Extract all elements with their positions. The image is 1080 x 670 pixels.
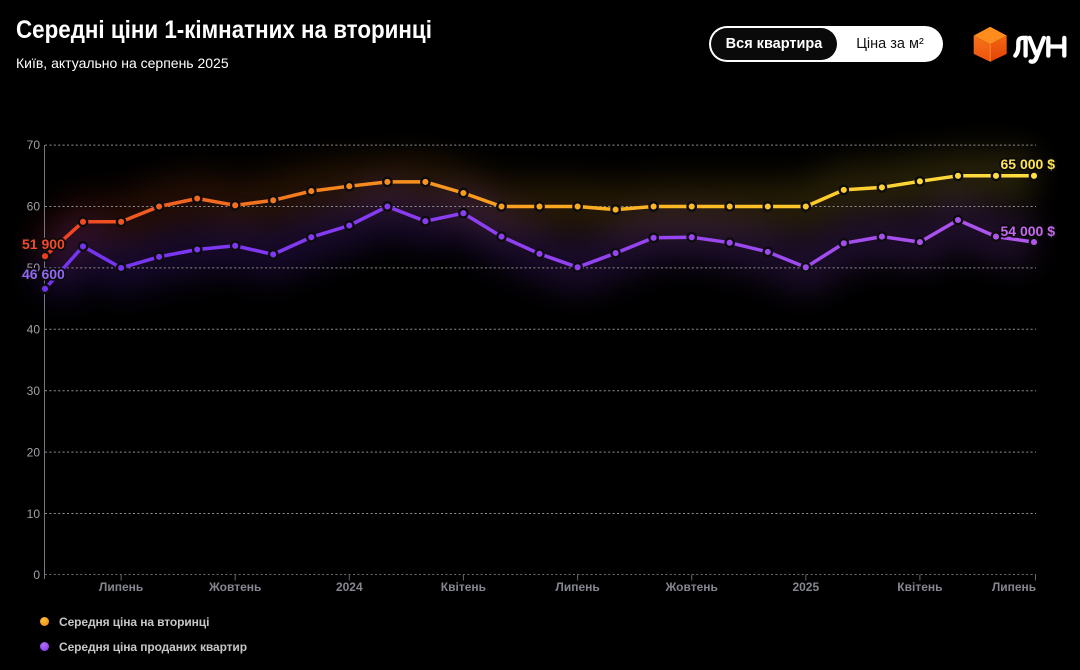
svg-text:Липень: Липень <box>99 580 143 594</box>
svg-text:40: 40 <box>27 323 41 337</box>
svg-text:2024: 2024 <box>336 580 363 594</box>
svg-text:Липень: Липень <box>555 580 599 594</box>
svg-text:60: 60 <box>27 200 41 214</box>
svg-text:Квітень: Квітень <box>897 580 942 594</box>
svg-text:65 000 $: 65 000 $ <box>1001 156 1056 172</box>
svg-text:Липень: Липень <box>992 580 1036 594</box>
svg-text:46 600: 46 600 <box>22 266 65 282</box>
svg-text:54 000 $: 54 000 $ <box>1001 223 1056 239</box>
svg-text:10: 10 <box>27 507 41 521</box>
svg-text:70: 70 <box>27 138 41 152</box>
svg-text:0: 0 <box>33 568 40 582</box>
svg-text:20: 20 <box>27 446 41 460</box>
svg-text:51 900: 51 900 <box>22 236 65 252</box>
svg-text:Жовтень: Жовтень <box>664 580 717 594</box>
svg-text:2025: 2025 <box>792 580 819 594</box>
svg-text:30: 30 <box>27 384 41 398</box>
svg-text:Квітень: Квітень <box>441 580 486 594</box>
svg-text:Жовтень: Жовтень <box>208 580 261 594</box>
